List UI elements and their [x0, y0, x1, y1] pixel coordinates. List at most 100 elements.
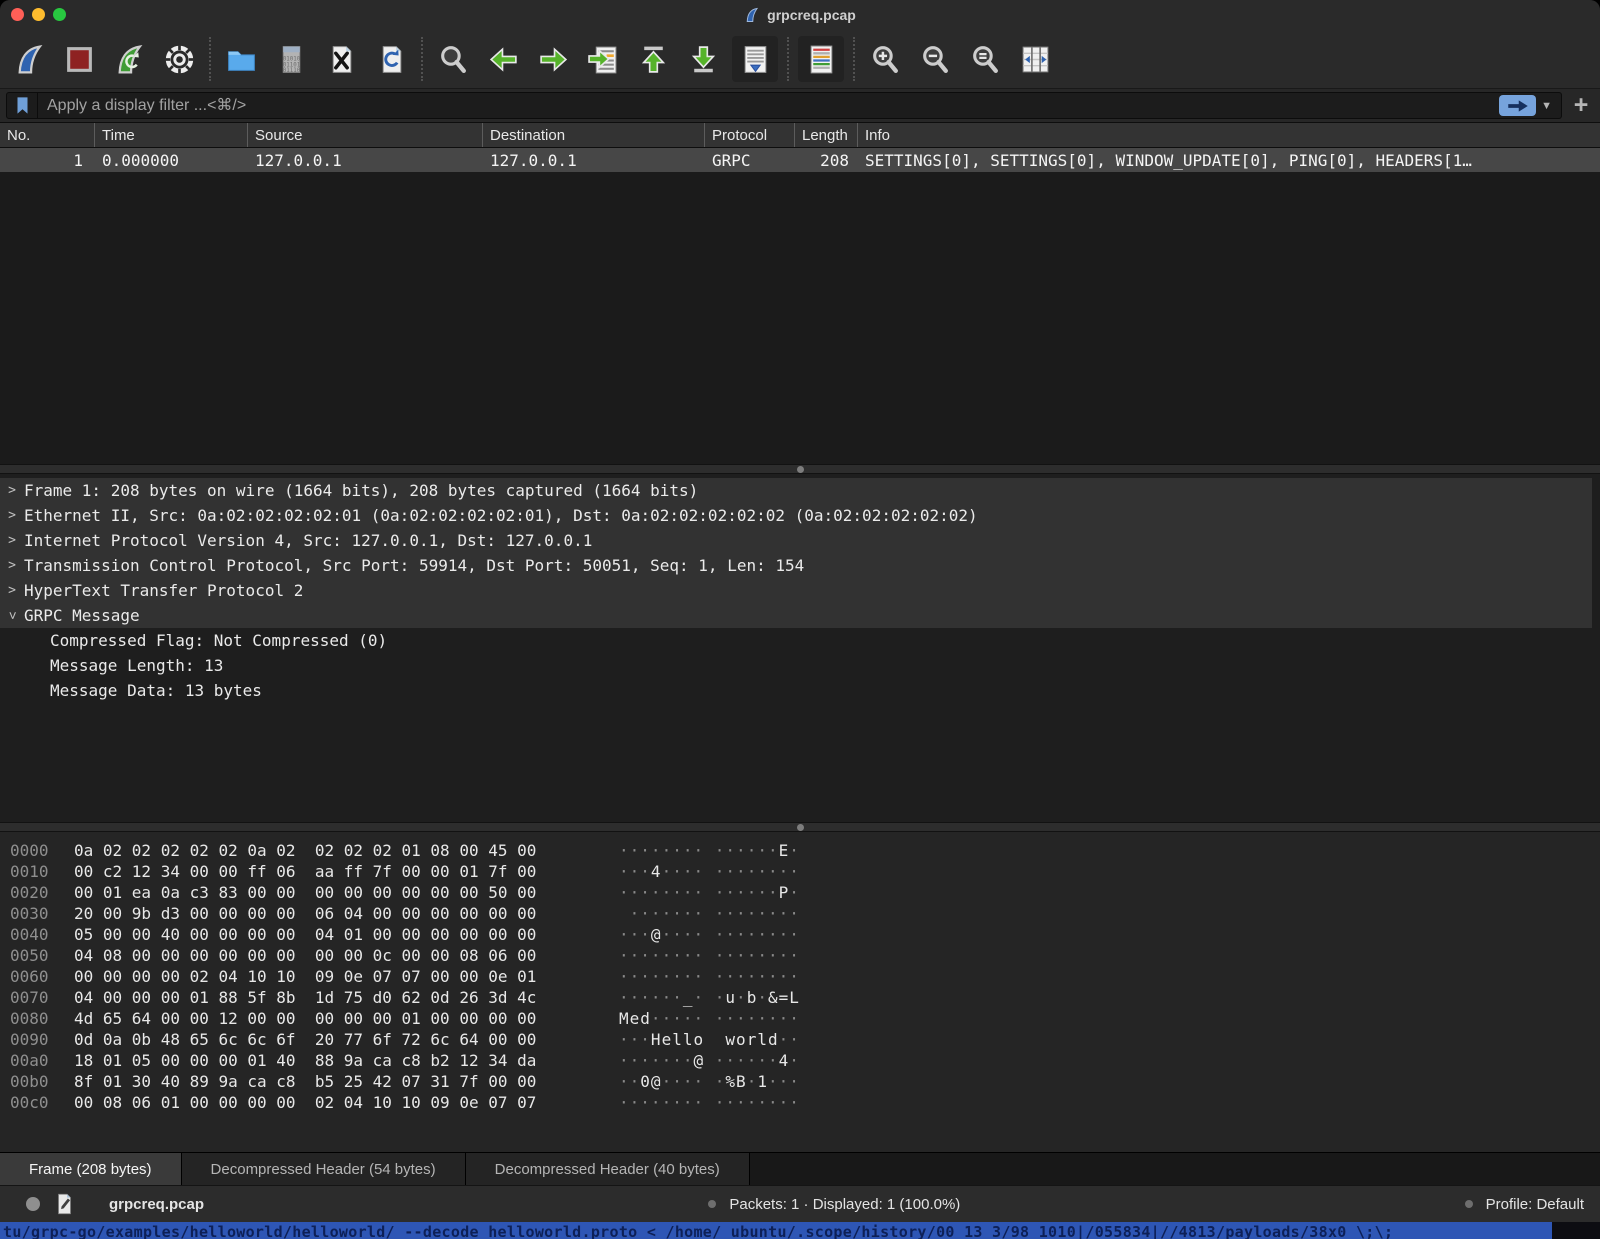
title-bar: grpcreq.pcap: [0, 0, 1600, 30]
column-header-info[interactable]: Info: [858, 123, 1600, 147]
packet-cell-no: 1: [0, 151, 95, 170]
hex-row[interactable]: 004005 00 00 40 00 00 00 00 04 01 00 00 …: [10, 924, 1600, 945]
next-packet-icon: [537, 43, 570, 76]
stop-capture-icon: [63, 43, 96, 76]
hex-row[interactable]: 00900d 0a 0b 48 65 6c 6c 6f 20 77 6f 72 …: [10, 1029, 1600, 1050]
statusbar-profile[interactable]: Profile: Default: [1486, 1196, 1584, 1213]
hex-ascii: ········ ········: [619, 967, 800, 986]
pane-splitter[interactable]: [0, 822, 1600, 832]
column-header-no[interactable]: No.: [0, 123, 95, 147]
last-packet-button[interactable]: [678, 36, 728, 82]
expand-chevron-icon[interactable]: >: [0, 508, 24, 523]
collapse-chevron-icon[interactable]: >: [5, 604, 20, 628]
column-header-length[interactable]: Length: [795, 123, 858, 147]
open-file-button[interactable]: [216, 36, 266, 82]
expand-chevron-icon[interactable]: >: [0, 558, 24, 573]
capture-comment-icon[interactable]: [56, 1193, 73, 1215]
hex-row[interactable]: 00c000 08 06 01 00 00 00 00 02 04 10 10 …: [10, 1092, 1600, 1113]
add-filter-button-icon[interactable]: +: [1568, 93, 1594, 118]
first-packet-button[interactable]: [628, 36, 678, 82]
byte-view-tab[interactable]: Decompressed Header (40 bytes): [466, 1153, 750, 1185]
save-file-button[interactable]: 010100110101110: [266, 36, 316, 82]
hex-bytes: 4d 65 64 00 00 12 00 00 00 00 00 01 00 0…: [74, 1009, 619, 1028]
zoom-original-button[interactable]: [960, 36, 1010, 82]
background-terminal-corner: [1552, 1222, 1600, 1239]
hex-row[interactable]: 003020 00 9b d3 00 00 00 00 06 04 00 00 …: [10, 903, 1600, 924]
detail-row[interactable]: >HyperText Transfer Protocol 2: [0, 578, 1592, 603]
go-to-packet-button[interactable]: [578, 36, 628, 82]
svg-text:01110: 01110: [282, 67, 300, 73]
detail-row[interactable]: Message Data: 13 bytes: [0, 678, 1600, 703]
background-terminal-strip: tu/grpc-go/examples/helloworld/helloworl…: [0, 1222, 1600, 1239]
expand-chevron-icon[interactable]: >: [0, 533, 24, 548]
zoom-in-button[interactable]: [860, 36, 910, 82]
toolbar-separator: [421, 37, 423, 81]
splitter-handle[interactable]: [797, 466, 804, 473]
detail-row[interactable]: >Internet Protocol Version 4, Src: 127.0…: [0, 528, 1592, 553]
hex-offset: 0080: [10, 1009, 74, 1028]
zoom-original-icon: [969, 43, 1002, 76]
hex-row[interactable]: 001000 c2 12 34 00 00 ff 06 aa ff 7f 00 …: [10, 861, 1600, 882]
hex-row[interactable]: 00000a 02 02 02 02 02 0a 02 02 02 02 01 …: [10, 840, 1600, 861]
hex-row[interactable]: 002000 01 ea 0a c3 83 00 00 00 00 00 00 …: [10, 882, 1600, 903]
detail-text: Ethernet II, Src: 0a:02:02:02:02:01 (0a:…: [24, 506, 978, 525]
pane-splitter[interactable]: [0, 464, 1600, 474]
hex-offset: 0090: [10, 1030, 74, 1049]
restart-capture-button[interactable]: [104, 36, 154, 82]
find-packet-button[interactable]: [428, 36, 478, 82]
close-file-icon: [325, 43, 358, 76]
zoom-out-button[interactable]: [910, 36, 960, 82]
detail-row[interactable]: >Ethernet II, Src: 0a:02:02:02:02:01 (0a…: [0, 503, 1592, 528]
hex-row[interactable]: 006000 00 00 00 02 04 10 10 09 0e 07 07 …: [10, 966, 1600, 987]
close-button[interactable]: [11, 8, 24, 21]
column-header-source[interactable]: Source: [248, 123, 483, 147]
display-filter-input[interactable]: [38, 97, 1499, 115]
expand-chevron-icon[interactable]: >: [0, 483, 24, 498]
packet-bytes-pane: 00000a 02 02 02 02 02 0a 02 02 02 02 01 …: [0, 832, 1600, 1152]
stop-capture-button[interactable]: [54, 36, 104, 82]
close-file-button[interactable]: [316, 36, 366, 82]
packet-list-empty-area: [0, 172, 1600, 464]
hex-row[interactable]: 00b08f 01 30 40 89 9a ca c8 b5 25 42 07 …: [10, 1071, 1600, 1092]
hex-ascii: ···4···· ········: [619, 862, 800, 881]
hex-bytes: 0a 02 02 02 02 02 0a 02 02 02 02 01 08 0…: [74, 841, 619, 860]
splitter-handle[interactable]: [797, 824, 804, 831]
hex-ascii: ······· ········: [619, 904, 800, 923]
wireshark-start-capture-button[interactable]: [4, 36, 54, 82]
minimize-button[interactable]: [32, 8, 45, 21]
previous-packet-button[interactable]: [478, 36, 528, 82]
detail-row[interactable]: Compressed Flag: Not Compressed (0): [0, 628, 1600, 653]
detail-highlight-block: >Frame 1: 208 bytes on wire (1664 bits),…: [0, 478, 1592, 628]
filter-bookmark-icon[interactable]: [7, 93, 38, 118]
column-header-protocol[interactable]: Protocol: [705, 123, 795, 147]
hex-ascii: ········ ········: [619, 946, 800, 965]
column-header-time[interactable]: Time: [95, 123, 248, 147]
maximize-button[interactable]: [53, 8, 66, 21]
reload-file-button[interactable]: [366, 36, 416, 82]
detail-row[interactable]: Message Length: 13: [0, 653, 1600, 678]
packet-cell-time: 0.000000: [95, 151, 248, 170]
detail-row[interactable]: >Frame 1: 208 bytes on wire (1664 bits),…: [0, 478, 1592, 503]
packet-row[interactable]: 10.000000127.0.0.1127.0.0.1GRPC208SETTIN…: [0, 148, 1600, 172]
hex-row[interactable]: 00804d 65 64 00 00 12 00 00 00 00 00 01 …: [10, 1008, 1600, 1029]
resize-columns-button[interactable]: [1010, 36, 1060, 82]
capture-options-button[interactable]: [154, 36, 204, 82]
auto-scroll-icon: [739, 43, 772, 76]
detail-text: Frame 1: 208 bytes on wire (1664 bits), …: [24, 481, 698, 500]
filter-dropdown-chevron-icon[interactable]: ▼: [1541, 100, 1552, 112]
byte-view-tab[interactable]: Decompressed Header (54 bytes): [182, 1153, 466, 1185]
hex-row[interactable]: 005004 08 00 00 00 00 00 00 00 00 0c 00 …: [10, 945, 1600, 966]
expert-info-icon[interactable]: [26, 1197, 40, 1211]
packet-cell-source: 127.0.0.1: [248, 151, 483, 170]
byte-view-tab[interactable]: Frame (208 bytes): [0, 1153, 182, 1185]
colorize-packets-button[interactable]: [798, 36, 844, 82]
hex-row[interactable]: 00a018 01 05 00 00 00 01 40 88 9a ca c8 …: [10, 1050, 1600, 1071]
auto-scroll-button[interactable]: [732, 36, 778, 82]
apply-filter-button[interactable]: [1499, 95, 1536, 116]
expand-chevron-icon[interactable]: >: [0, 583, 24, 598]
column-header-destination[interactable]: Destination: [483, 123, 705, 147]
next-packet-button[interactable]: [528, 36, 578, 82]
detail-row[interactable]: >GRPC Message: [0, 603, 1592, 628]
detail-row[interactable]: >Transmission Control Protocol, Src Port…: [0, 553, 1592, 578]
hex-row[interactable]: 007004 00 00 00 01 88 5f 8b 1d 75 d0 62 …: [10, 987, 1600, 1008]
